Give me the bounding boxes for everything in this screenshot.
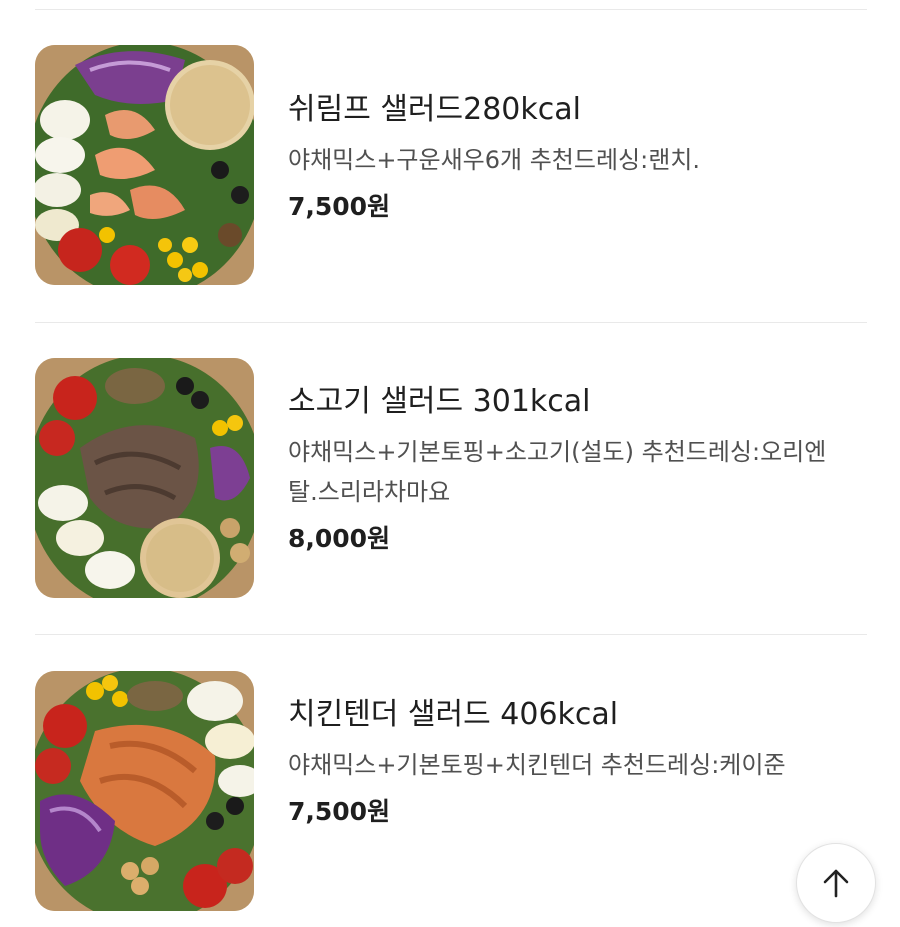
menu-item-description: 야채믹스+구운새우6개 추천드레싱:랜치. — [288, 146, 701, 174]
menu-item-description: 야채믹스+기본토핑+치킨텐더 추천드레싱:케이준 — [288, 751, 786, 779]
scroll-to-top-button[interactable] — [796, 843, 876, 923]
menu-item-name: 소고기 샐러드 301kcal — [288, 384, 591, 419]
menu-item-price: 8,000원 — [288, 524, 391, 553]
divider — [35, 322, 867, 323]
menu-item-shrimp-salad[interactable]: 쉬림프 샐러드280kcal 야채믹스+구운새우6개 추천드레싱:랜치. 7,5… — [35, 45, 867, 285]
menu-item-name: 쉬림프 샐러드280kcal — [288, 92, 581, 127]
menu-item-price: 7,500원 — [288, 797, 391, 826]
menu-item-beef-salad[interactable]: 소고기 샐러드 301kcal 야채믹스+기본토핑+소고기(설도) 추천드레싱:… — [35, 358, 867, 598]
menu-item-info: 소고기 샐러드 301kcal 야채믹스+기본토핑+소고기(설도) 추천드레싱:… — [288, 358, 863, 558]
menu-item-name: 치킨텐더 샐러드 406kcal — [288, 697, 619, 732]
chicken-tender-salad-photo — [35, 671, 254, 911]
menu-item-info: 치킨텐더 샐러드 406kcal 야채믹스+기본토핑+치킨텐더 추천드레싱:케이… — [288, 671, 863, 831]
divider — [35, 634, 867, 635]
shrimp-salad-photo — [35, 45, 254, 285]
menu-item-info: 쉬림프 샐러드280kcal 야채믹스+구운새우6개 추천드레싱:랜치. 7,5… — [288, 45, 863, 226]
menu-item-price: 7,500원 — [288, 192, 391, 221]
divider-top — [35, 9, 867, 10]
beef-salad-photo — [35, 358, 254, 598]
menu-item-chicken-tender-salad[interactable]: 치킨텐더 샐러드 406kcal 야채믹스+기본토핑+치킨텐더 추천드레싱:케이… — [35, 671, 867, 911]
menu-item-description: 야채믹스+기본토핑+소고기(설도) 추천드레싱:오리엔탈.스리라차마요 — [288, 438, 827, 506]
arrow-up-icon — [823, 869, 849, 898]
